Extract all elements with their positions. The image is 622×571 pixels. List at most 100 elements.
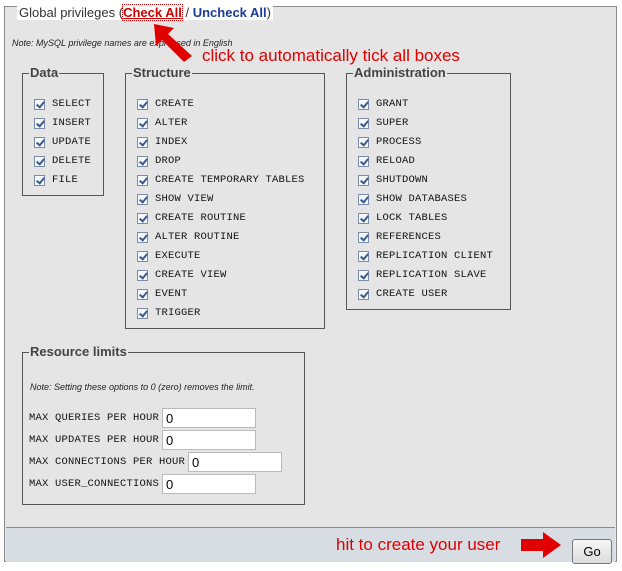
max-user-connections-label: MAX USER_CONNECTIONS (29, 478, 160, 490)
privilege-label: SELECT (52, 98, 92, 110)
privilege-label: UPDATE (52, 136, 92, 148)
privilege-label: TRIGGER (155, 307, 201, 319)
privilege-checkbox[interactable] (137, 269, 148, 281)
privilege-checkbox[interactable] (358, 231, 369, 243)
privilege-checkbox[interactable] (358, 212, 369, 224)
privilege-row[interactable]: CREATE ROUTINE (137, 210, 246, 226)
privilege-row[interactable]: ALTER (137, 115, 188, 131)
privilege-row[interactable]: UPDATE (34, 134, 91, 150)
privilege-checkbox[interactable] (34, 155, 45, 167)
privilege-checkbox[interactable] (137, 174, 148, 186)
go-hint: hit to create your user (336, 535, 501, 554)
max-user-connections-input[interactable] (162, 474, 257, 494)
privilege-label: SHOW DATABASES (376, 193, 468, 205)
privilege-row[interactable]: DROP (137, 153, 181, 169)
check-all-link[interactable]: Check All (122, 4, 183, 21)
resource-limits-group: Resource limits Note: Setting these opti… (22, 344, 305, 505)
separator: / (185, 5, 190, 20)
privilege-row[interactable]: TRIGGER (137, 305, 201, 321)
resource-row: MAX USER_CONNECTIONS (29, 473, 257, 495)
privilege-row[interactable]: REFERENCES (358, 229, 441, 245)
resource-row: MAX CONNECTIONS PER HOUR (29, 451, 283, 473)
privilege-checkbox[interactable] (358, 174, 369, 186)
global-privileges-fieldset: Global privileges (Check All / Uncheck A… (4, 4, 617, 564)
privilege-row[interactable]: GRANT (358, 96, 409, 112)
privilege-label: ALTER (155, 117, 188, 129)
privilege-row[interactable]: CREATE VIEW (137, 267, 227, 283)
privilege-checkbox[interactable] (358, 117, 369, 129)
privilege-row[interactable]: CREATE USER (358, 286, 448, 302)
privilege-row[interactable]: FILE (34, 172, 78, 188)
privilege-row[interactable]: REPLICATION CLIENT (358, 248, 493, 264)
privilege-checkbox[interactable] (137, 136, 148, 148)
privilege-label: SUPER (376, 117, 409, 129)
administration-privileges-group: Administration GRANT SUPER PROCESS RELOAD SH… (346, 65, 511, 310)
privilege-label: CREATE ROUTINE (155, 212, 247, 224)
privilege-row[interactable]: CREATE (137, 96, 194, 112)
privilege-row[interactable]: SHOW DATABASES (358, 191, 467, 207)
go-arrow-icon (521, 532, 561, 558)
resource-limits-note: Note: Setting these options to 0 (zero) … (30, 382, 255, 392)
privilege-label: ALTER ROUTINE (155, 231, 240, 243)
privilege-label: INSERT (52, 117, 92, 129)
privilege-checkbox[interactable] (34, 117, 45, 129)
privilege-row[interactable]: DELETE (34, 153, 91, 169)
privilege-row[interactable]: RELOAD (358, 153, 415, 169)
privilege-checkbox[interactable] (358, 269, 369, 281)
resource-row: MAX UPDATES PER HOUR (29, 429, 257, 451)
structure-group-legend: Structure (132, 65, 192, 80)
privilege-label: GRANT (376, 98, 409, 110)
privilege-checkbox[interactable] (34, 98, 45, 110)
privilege-checkbox[interactable] (358, 155, 369, 167)
check-all-arrow-icon (154, 24, 192, 62)
privilege-checkbox[interactable] (137, 231, 148, 243)
privilege-label: CREATE USER (376, 288, 448, 300)
privilege-checkbox[interactable] (137, 98, 148, 110)
privilege-checkbox[interactable] (137, 155, 148, 167)
privilege-checkbox[interactable] (358, 250, 369, 262)
privilege-label: LOCK TABLES (376, 212, 448, 224)
data-group-legend: Data (29, 65, 60, 80)
uncheck-all-link[interactable]: Uncheck All (193, 5, 267, 20)
max-connections-input[interactable] (188, 452, 283, 472)
privilege-row[interactable]: REPLICATION SLAVE (358, 267, 487, 283)
privilege-label: FILE (52, 174, 79, 186)
privilege-row[interactable]: SUPER (358, 115, 409, 131)
privilege-row[interactable]: INSERT (34, 115, 91, 131)
privilege-row[interactable]: LOCK TABLES (358, 210, 448, 226)
privilege-row[interactable]: SELECT (34, 96, 91, 112)
privilege-row[interactable]: SHOW VIEW (137, 191, 214, 207)
resource-row: MAX QUERIES PER HOUR (29, 407, 257, 429)
privilege-checkbox[interactable] (358, 193, 369, 205)
privilege-label: SHUTDOWN (376, 174, 429, 186)
privilege-checkbox[interactable] (358, 136, 369, 148)
privilege-checkbox[interactable] (358, 288, 369, 300)
privilege-checkbox[interactable] (358, 98, 369, 110)
privilege-label: INDEX (155, 136, 188, 148)
privilege-checkbox[interactable] (34, 174, 45, 186)
privilege-row[interactable]: ALTER ROUTINE (137, 229, 240, 245)
max-queries-input[interactable] (162, 408, 257, 428)
privilege-checkbox[interactable] (137, 212, 148, 224)
privilege-row[interactable]: PROCESS (358, 134, 422, 150)
administration-group-legend: Administration (353, 65, 447, 80)
privilege-checkbox[interactable] (137, 307, 148, 319)
privilege-checkbox[interactable] (137, 250, 148, 262)
paren-close: ) (266, 5, 271, 20)
privilege-checkbox[interactable] (137, 288, 148, 300)
privilege-row[interactable]: EXECUTE (137, 248, 201, 264)
privilege-label: REPLICATION CLIENT (376, 250, 494, 262)
privilege-label: RELOAD (376, 155, 416, 167)
global-privileges-legend: Global privileges (Check All / Uncheck A… (17, 4, 273, 21)
max-queries-label: MAX QUERIES PER HOUR (29, 412, 160, 424)
privilege-row[interactable]: SHUTDOWN (358, 172, 428, 188)
max-updates-label: MAX UPDATES PER HOUR (29, 434, 160, 446)
privilege-row[interactable]: CREATE TEMPORARY TABLES (137, 172, 305, 188)
privilege-checkbox[interactable] (137, 117, 148, 129)
privilege-checkbox[interactable] (137, 193, 148, 205)
privilege-row[interactable]: EVENT (137, 286, 188, 302)
go-button[interactable]: Go (572, 539, 612, 564)
max-updates-input[interactable] (162, 430, 257, 450)
privilege-checkbox[interactable] (34, 136, 45, 148)
privilege-row[interactable]: INDEX (137, 134, 188, 150)
